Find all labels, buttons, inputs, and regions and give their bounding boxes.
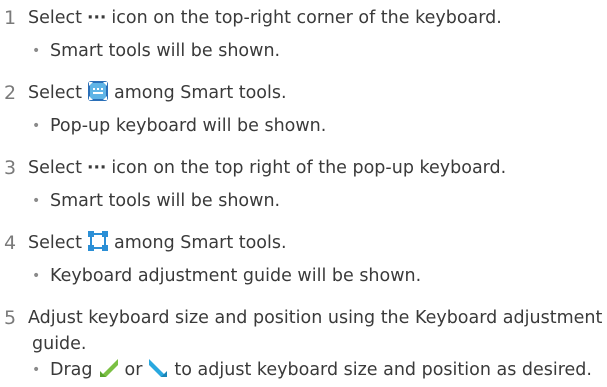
step-text-after: icon on the top-right corner of the keyb… bbox=[111, 8, 502, 28]
step-text-after: among Smart tools. bbox=[114, 233, 287, 253]
keyboard-adjust-icon bbox=[87, 230, 109, 257]
step-text: Adjust keyboard size and position using … bbox=[28, 308, 603, 328]
bullet-dot: • bbox=[32, 268, 41, 284]
step-number: 2 bbox=[4, 82, 17, 104]
bullet-dot: • bbox=[32, 362, 41, 378]
bullet-text: Smart tools will be shown. bbox=[50, 41, 281, 61]
step-1-bullet: • Smart tools will be shown. bbox=[32, 38, 280, 64]
step-2: 2 Select among Smart tools. bbox=[0, 80, 287, 106]
step-3: 3 Select ··· icon on the top right of th… bbox=[0, 155, 506, 181]
step-text-before: Select bbox=[28, 158, 82, 178]
bullet-text-or: or bbox=[124, 360, 143, 380]
bullet-dot: • bbox=[32, 118, 41, 134]
bullet-text-before: Drag bbox=[50, 360, 93, 380]
step-text: Select ··· icon on the top right of the … bbox=[28, 158, 506, 178]
step-5: 5 Adjust keyboard size and position usin… bbox=[0, 305, 602, 331]
bullet-text: Pop-up keyboard will be shown. bbox=[50, 116, 327, 136]
step-text-continued: guide. bbox=[32, 334, 87, 354]
more-dots-icon: ··· bbox=[87, 157, 107, 178]
step-number: 3 bbox=[4, 157, 17, 179]
bullet-dot: • bbox=[32, 193, 41, 209]
step-number: 1 bbox=[4, 7, 17, 29]
step-3-bullet: • Smart tools will be shown. bbox=[32, 188, 280, 214]
step-text-after: icon on the top right of the pop-up keyb… bbox=[111, 158, 507, 178]
bottom-left-corner-handle-icon bbox=[98, 357, 120, 384]
step-1: 1 Select ··· icon on the top-right corne… bbox=[0, 5, 502, 31]
step-text-after: among Smart tools. bbox=[114, 83, 287, 103]
step-text: Select among Smart tools. bbox=[28, 80, 287, 107]
bottom-right-corner-handle-icon bbox=[147, 357, 169, 384]
step-number: 4 bbox=[4, 232, 17, 254]
step-number: 5 bbox=[4, 307, 17, 329]
step-2-bullet: • Pop-up keyboard will be shown. bbox=[32, 113, 326, 139]
bullet-text: Keyboard adjustment guide will be shown. bbox=[50, 266, 422, 286]
bullet-text: Smart tools will be shown. bbox=[50, 191, 281, 211]
step-text-before: Select bbox=[28, 233, 82, 253]
bullet-text-after: to adjust keyboard size and position as … bbox=[174, 360, 592, 380]
step-4: 4 Select among Smart tools. bbox=[0, 230, 287, 256]
bullet-dot: • bbox=[32, 43, 41, 59]
step-text-before: Select bbox=[28, 8, 82, 28]
step-text-before: Select bbox=[28, 83, 82, 103]
popup-keyboard-icon bbox=[87, 80, 109, 107]
more-dots-icon: ··· bbox=[87, 7, 107, 28]
step-4-bullet: • Keyboard adjustment guide will be show… bbox=[32, 263, 421, 289]
step-5-bullet: • Drag or to adjust keyboard size and po… bbox=[32, 357, 592, 383]
step-text: Select ··· icon on the top-right corner … bbox=[28, 8, 502, 28]
step-5-continuation: guide. bbox=[32, 331, 87, 357]
step-text: Select among Smart tools. bbox=[28, 230, 287, 257]
